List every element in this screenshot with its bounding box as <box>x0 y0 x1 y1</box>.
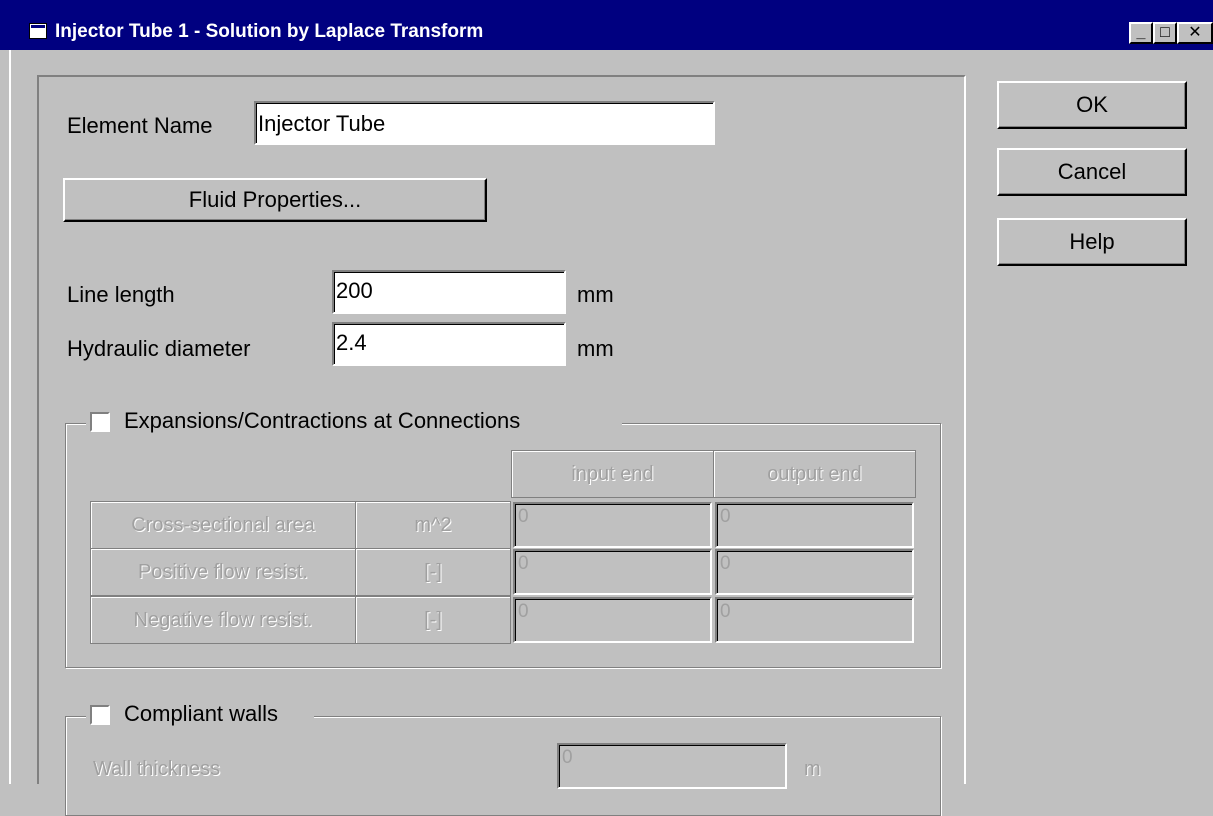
row-name-text: Positive flow resist. <box>137 561 309 583</box>
line-length-input[interactable]: 200 <box>332 270 566 314</box>
field-value: 0 <box>720 506 731 527</box>
row-unit-negative-flow-resist: [-] <box>355 596 511 644</box>
column-header-output-end: output end <box>713 450 916 498</box>
line-length-unit: mm <box>577 282 614 307</box>
help-button[interactable]: Help <box>997 218 1187 266</box>
row-unit-cross-sectional-area: m^2 <box>355 501 511 549</box>
row-unit-positive-flow-resist: [-] <box>355 548 511 596</box>
column-header-input-end-text: input end <box>571 463 654 485</box>
expansions-checkbox[interactable] <box>90 412 110 432</box>
field-value: 0 <box>562 747 573 768</box>
line-length-label: Line length <box>67 282 175 307</box>
close-button[interactable]: ✕ <box>1177 22 1213 44</box>
wall-thickness-unit: m <box>804 758 821 780</box>
negative-resist-output-end-field[interactable]: 0 <box>715 597 914 643</box>
negative-resist-input-end-field[interactable]: 0 <box>513 597 712 643</box>
wall-thickness-label: Wall thickness <box>93 758 221 780</box>
ok-button[interactable]: OK <box>997 81 1187 129</box>
window-title: Injector Tube 1 - Solution by Laplace Tr… <box>55 21 484 42</box>
field-value: 0 <box>720 601 731 622</box>
cross-area-output-end-field[interactable]: 0 <box>715 502 914 548</box>
window-frame-edge <box>9 50 11 784</box>
field-value: 0 <box>518 601 529 622</box>
positive-resist-input-end-field[interactable]: 0 <box>513 549 712 595</box>
wall-thickness-field[interactable]: 0 <box>557 743 787 789</box>
line-length-value: 200 <box>336 278 373 303</box>
compliant-walls-label: Compliant walls <box>124 701 279 726</box>
hydraulic-diameter-input[interactable]: 2.4 <box>332 322 566 366</box>
column-header-output-end-text: output end <box>767 463 862 485</box>
maximize-button[interactable]: □ <box>1153 22 1177 44</box>
row-label-cross-sectional-area: Cross-sectional area <box>90 501 356 549</box>
column-header-input-end: input end <box>511 450 714 498</box>
row-name-text: Cross-sectional area <box>131 514 315 536</box>
window-icon[interactable] <box>29 23 47 39</box>
element-name-label: Element Name <box>67 113 213 138</box>
element-name-value: Injector Tube <box>258 111 386 136</box>
hydraulic-diameter-value: 2.4 <box>336 330 367 355</box>
hydraulic-diameter-unit: mm <box>577 336 614 361</box>
field-value: 0 <box>518 506 529 527</box>
field-value: 0 <box>518 553 529 574</box>
compliant-walls-checkbox[interactable] <box>90 705 110 725</box>
cross-area-input-end-field[interactable]: 0 <box>513 502 712 548</box>
hydraulic-diameter-label: Hydraulic diameter <box>67 336 251 361</box>
fluid-properties-button[interactable]: Fluid Properties... <box>63 178 487 222</box>
expansions-label: Expansions/Contractions at Connections <box>124 408 521 433</box>
row-name-text: Negative flow resist. <box>133 609 313 631</box>
row-unit-text: [-] <box>424 561 442 583</box>
row-unit-text: [-] <box>424 609 442 631</box>
positive-resist-output-end-field[interactable]: 0 <box>715 549 914 595</box>
row-label-negative-flow-resist: Negative flow resist. <box>90 596 356 644</box>
row-label-positive-flow-resist: Positive flow resist. <box>90 548 356 596</box>
minimize-button[interactable]: _ <box>1129 22 1153 44</box>
field-value: 0 <box>720 553 731 574</box>
cancel-button[interactable]: Cancel <box>997 148 1187 196</box>
row-unit-text: m^2 <box>414 514 452 536</box>
element-name-input[interactable]: Injector Tube <box>254 101 715 145</box>
